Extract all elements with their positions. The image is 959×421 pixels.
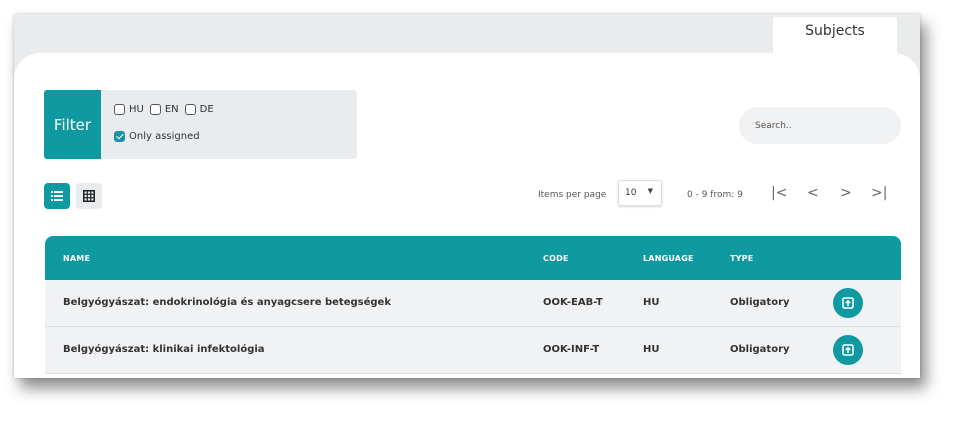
search-input[interactable] xyxy=(739,107,901,144)
column-code[interactable]: CODE xyxy=(543,254,569,263)
tab-subjects-label: Subjects xyxy=(805,23,865,39)
next-page-icon[interactable]: > xyxy=(840,184,852,202)
cell-language: HU xyxy=(643,297,660,308)
items-per-page-select[interactable]: 10 ▼ xyxy=(618,180,662,206)
cell-name: Belgyógyászat: endokrinológia és anyagcs… xyxy=(63,297,391,308)
list-view-button[interactable] xyxy=(44,183,70,209)
filter-hu[interactable]: HU xyxy=(114,104,144,115)
cell-type: Obligatory xyxy=(730,344,790,355)
cell-name: Belgyógyászat: klinikai infektológia xyxy=(63,344,265,355)
only-assigned-filter[interactable]: Only assigned xyxy=(114,131,200,142)
chevron-down-icon: ▼ xyxy=(647,187,653,195)
column-language[interactable]: LANGUAGE xyxy=(643,254,694,263)
language-filters: HU EN DE xyxy=(114,104,220,115)
cell-code: OOK-INF-T xyxy=(543,344,600,355)
filter-panel: Filter HU EN DE Only assigned xyxy=(44,90,357,159)
checkbox-de[interactable] xyxy=(184,104,196,115)
page-range: 0 - 9 from: 9 xyxy=(687,190,743,200)
items-per-page-label: Items per page xyxy=(538,190,607,200)
first-page-icon[interactable]: |< xyxy=(771,184,787,202)
checkbox-hu[interactable] xyxy=(114,104,125,115)
filter-hu-label: HU xyxy=(129,104,144,115)
table-row[interactable]: Belgyógyászat: klinikai infektológia OOK… xyxy=(45,327,901,374)
table-header: NAME CODE LANGUAGE TYPE xyxy=(45,236,901,280)
only-assigned-label: Only assigned xyxy=(129,131,200,142)
filter-label: Filter xyxy=(44,90,101,159)
filter-en-label: EN xyxy=(164,104,179,115)
items-per-page-value: 10 xyxy=(625,188,637,198)
open-in-icon xyxy=(842,297,854,309)
cell-type: Obligatory xyxy=(730,297,790,308)
cell-language: HU xyxy=(643,344,660,355)
filter-de-label: DE xyxy=(199,104,214,115)
content-card: Filter HU EN DE Only assigned Search.. I… xyxy=(14,53,920,378)
column-name[interactable]: NAME xyxy=(63,254,90,263)
list-view-icon xyxy=(51,191,63,201)
app-window: Subjects Filter HU EN DE Only assigned S… xyxy=(14,14,920,378)
open-subject-button[interactable] xyxy=(833,335,863,365)
open-in-icon xyxy=(842,344,854,356)
column-type[interactable]: TYPE xyxy=(730,254,753,263)
table-row[interactable]: Belgyógyászat: endokrinológia és anyagcs… xyxy=(45,280,901,327)
filter-de[interactable]: DE xyxy=(184,104,214,115)
grid-view-button[interactable] xyxy=(76,183,102,209)
checkbox-only-assigned[interactable] xyxy=(114,131,125,142)
checkbox-en[interactable] xyxy=(149,104,161,115)
filter-en[interactable]: EN xyxy=(149,104,179,115)
open-subject-button[interactable] xyxy=(833,288,863,318)
prev-page-icon[interactable]: < xyxy=(807,184,819,202)
cell-code: OOK-EAB-T xyxy=(543,297,603,308)
grid-view-icon xyxy=(83,190,95,202)
last-page-icon[interactable]: >| xyxy=(871,184,887,202)
